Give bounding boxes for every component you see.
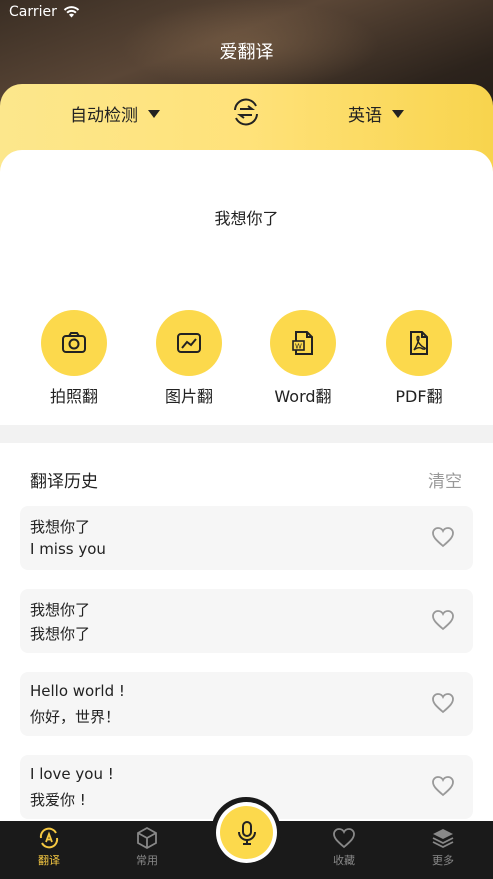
history-target-text: 我爱你 ! bbox=[30, 791, 86, 809]
tool-image-translate[interactable]: 图片翻 bbox=[144, 310, 234, 407]
target-language-selector[interactable]: 英语 bbox=[348, 101, 404, 126]
source-language-selector[interactable]: 自动检测 bbox=[70, 101, 160, 126]
history-item[interactable]: 我想你了 我想你了 bbox=[20, 589, 473, 653]
tab-translate[interactable]: 翻译 bbox=[19, 826, 79, 868]
history-source-text: 我想你了 bbox=[30, 601, 91, 619]
target-language-label: 英语 bbox=[348, 106, 382, 126]
tab-common[interactable]: 常用 bbox=[117, 826, 177, 868]
page-title: 爱翻译 bbox=[219, 42, 274, 63]
history-source-text: I love you ! bbox=[30, 765, 114, 783]
svg-text:W: W bbox=[295, 343, 302, 351]
history-target-text: I miss you bbox=[30, 540, 106, 558]
history-item[interactable]: 我想你了 I miss you bbox=[20, 506, 473, 570]
tool-label: 拍照翻 bbox=[49, 387, 98, 406]
tool-label: PDF翻 bbox=[395, 387, 443, 406]
tool-camera-translate[interactable]: 拍照翻 bbox=[29, 310, 119, 407]
favorite-heart-icon[interactable] bbox=[431, 526, 455, 548]
tab-label: 收藏 bbox=[333, 854, 355, 867]
microphone-icon bbox=[237, 820, 256, 845]
tab-label: 翻译 bbox=[38, 854, 60, 867]
caret-down-icon bbox=[392, 109, 404, 118]
favorite-heart-icon[interactable] bbox=[431, 775, 455, 797]
input-text[interactable]: 我想你了 bbox=[0, 205, 493, 229]
layers-icon bbox=[432, 829, 454, 849]
word-button[interactable]: W bbox=[270, 310, 336, 376]
translate-icon bbox=[39, 827, 59, 849]
voice-input-button[interactable] bbox=[220, 806, 273, 859]
carrier-label: Carrier bbox=[9, 4, 57, 20]
word-doc-icon: W bbox=[292, 331, 313, 355]
tab-label: 常用 bbox=[136, 854, 158, 867]
tool-label: 图片翻 bbox=[164, 387, 213, 406]
tab-label: 更多 bbox=[432, 854, 454, 867]
pdf-icon bbox=[410, 331, 428, 355]
history-target-text: 我想你了 bbox=[30, 625, 91, 643]
tool-word-translate[interactable]: W Word翻 bbox=[258, 310, 348, 407]
history-target-text: 你好，世界！ bbox=[30, 708, 121, 726]
camera-icon bbox=[62, 332, 86, 353]
history-source-text: Hello world ! bbox=[30, 682, 125, 700]
wifi-icon bbox=[63, 6, 80, 18]
favorite-heart-icon[interactable] bbox=[431, 609, 455, 631]
status-bar: Carrier bbox=[9, 4, 80, 20]
heart-icon bbox=[333, 828, 355, 849]
tool-label: Word翻 bbox=[274, 387, 332, 406]
history-item[interactable]: Hello world ! 你好，世界！ bbox=[20, 672, 473, 736]
camera-button[interactable] bbox=[41, 310, 107, 376]
tab-favorites[interactable]: 收藏 bbox=[314, 826, 374, 868]
cube-icon bbox=[137, 826, 157, 850]
image-icon bbox=[177, 333, 201, 353]
history-title: 翻译历史 bbox=[30, 472, 98, 492]
image-button[interactable] bbox=[156, 310, 222, 376]
swap-languages-icon[interactable] bbox=[231, 97, 261, 127]
favorite-heart-icon[interactable] bbox=[431, 692, 455, 714]
source-language-label: 自动检测 bbox=[70, 106, 138, 126]
tab-more[interactable]: 更多 bbox=[413, 826, 473, 868]
clear-history-button[interactable]: 清空 bbox=[428, 467, 462, 492]
tool-pdf-translate[interactable]: PDF翻 bbox=[374, 310, 464, 407]
history-source-text: 我想你了 bbox=[30, 518, 91, 536]
caret-down-icon bbox=[148, 109, 160, 118]
pdf-button[interactable] bbox=[386, 310, 452, 376]
